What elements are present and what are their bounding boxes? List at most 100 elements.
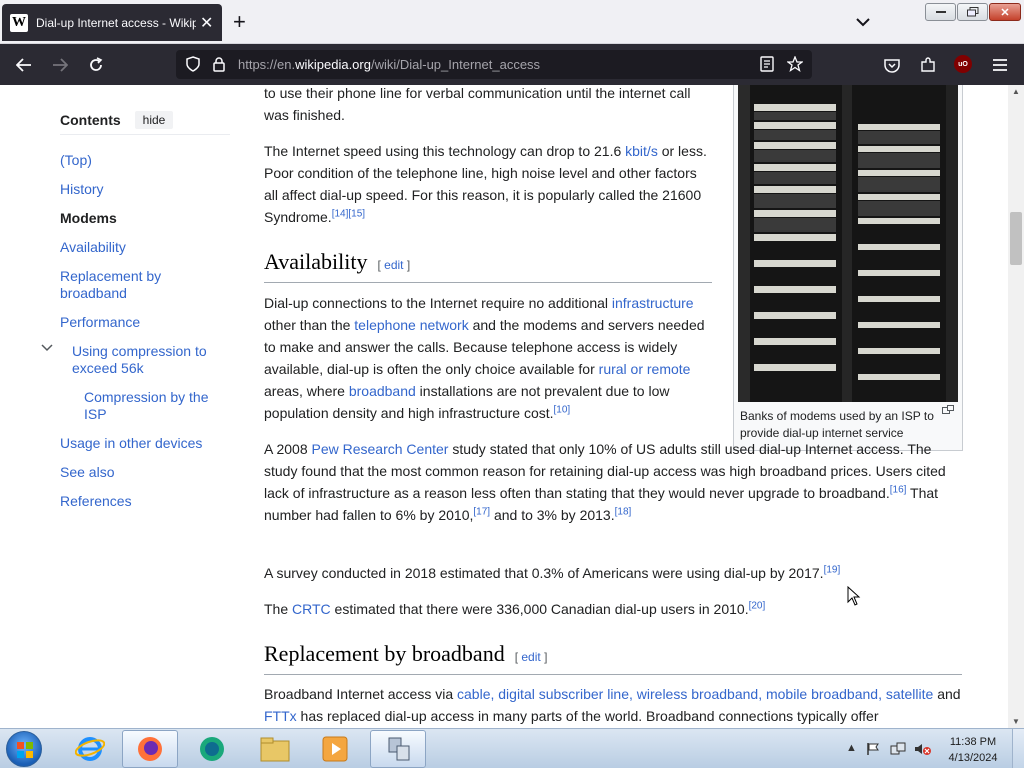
window-minimize-button[interactable] (925, 3, 956, 21)
citation-10[interactable]: [10] (554, 404, 571, 415)
heading-text: Availability (264, 249, 368, 274)
toc-item-performance[interactable]: Performance (60, 314, 140, 331)
volume-muted-icon[interactable] (914, 742, 932, 759)
table-of-contents: Contents hide (Top) History Modems Avail… (41, 109, 230, 509)
link-satellite[interactable]: satellite (886, 686, 933, 702)
paragraph-broadband: Broadband Internet access via cable, dig… (264, 683, 964, 727)
paragraph-availability: Dial-up connections to the Internet requ… (264, 292, 716, 424)
separator: , (878, 686, 886, 702)
toc-item-availability[interactable]: Availability (60, 239, 126, 256)
link-crtc[interactable]: CRTC (292, 601, 331, 617)
scrollbar-thumb[interactable] (1010, 212, 1022, 265)
mouse-pointer-icon (847, 585, 861, 611)
address-bar[interactable]: https://en.wikipedia.org/wiki/Dial-up_In… (176, 50, 812, 79)
padlock-icon[interactable] (208, 53, 230, 75)
citation-18[interactable]: [18] (615, 506, 632, 517)
citation-19[interactable]: [19] (824, 564, 841, 575)
link-rural-remote[interactable]: rural or remote (599, 361, 691, 377)
toc-item-top[interactable]: (Top) (60, 152, 92, 169)
modem-rack-image[interactable] (738, 85, 958, 402)
enlarge-image-icon[interactable] (942, 405, 954, 418)
paragraph-speed: The Internet speed using this technology… (264, 140, 709, 228)
link-infrastructure[interactable]: infrastructure (612, 295, 694, 311)
toc-item-references[interactable]: References (60, 493, 132, 510)
text: A 2008 (264, 441, 312, 457)
show-hidden-icons-icon[interactable]: ▲ (846, 742, 857, 754)
clock-date: 4/13/2024 (948, 752, 998, 764)
link-telephone-network[interactable]: telephone network (354, 317, 468, 333)
toc-item-compression-56k[interactable]: Using compression to exceed 56k (72, 343, 222, 377)
bookmark-star-icon[interactable] (784, 53, 806, 75)
action-center-flag-icon[interactable] (866, 742, 880, 759)
toc-item-modems[interactable]: Modems (60, 210, 117, 227)
scroll-up-icon[interactable]: ▲ (1012, 87, 1020, 96)
link-wireless-broadband[interactable]: wireless broadband (637, 686, 758, 702)
text: Broadband Internet access via (264, 686, 458, 702)
page-viewport: Contents hide (Top) History Modems Avail… (0, 85, 1008, 728)
chat-app-icon[interactable] (184, 730, 240, 768)
citation-17[interactable]: [17] (473, 506, 490, 517)
back-arrow-icon[interactable] (13, 54, 35, 76)
app-menu-icon[interactable] (989, 54, 1011, 76)
link-pew-research[interactable]: Pew Research Center (312, 441, 449, 457)
url-prefix: https://en. (238, 57, 296, 72)
toc-item-usage-other-devices[interactable]: Usage in other devices (60, 435, 202, 452)
link-fttx[interactable]: FTTx (264, 708, 297, 724)
citation-14[interactable]: [14] (332, 208, 349, 219)
toc-hide-button[interactable]: hide (134, 110, 174, 129)
network-manager-icon[interactable] (370, 730, 426, 768)
edit-replacement-link[interactable]: edit (521, 650, 540, 664)
link-dsl[interactable]: digital subscriber line (498, 686, 629, 702)
list-all-tabs-icon[interactable] (856, 14, 870, 32)
toc-item-compression-isp[interactable]: Compression by the ISP (84, 389, 224, 423)
heading-replacement-by-broadband: Replacement by broadband [ edit ] (264, 643, 962, 675)
tab-strip: W Dial-up Internet access - Wikipedia ✕ … (0, 0, 1024, 44)
toc-item-replacement[interactable]: Replacement by broadband (60, 268, 190, 302)
window-restore-button[interactable] (957, 3, 988, 21)
citation-15[interactable]: [15] (348, 208, 365, 219)
firefox-icon[interactable] (122, 730, 178, 768)
extensions-icon[interactable] (917, 54, 939, 76)
toc-item-see-also[interactable]: See also (60, 464, 114, 481)
wikipedia-favicon-icon: W (10, 13, 28, 32)
edit-availability-link[interactable]: edit (384, 258, 403, 272)
text: Dial-up connections to the Internet requ… (264, 295, 612, 311)
link-mobile-broadband[interactable]: mobile broadband (766, 686, 878, 702)
file-explorer-icon[interactable] (247, 730, 303, 768)
paragraph-pew: A 2008 Pew Research Center study stated … (264, 438, 964, 526)
reload-icon[interactable] (85, 54, 107, 76)
new-tab-icon[interactable]: + (233, 11, 246, 33)
ublock-origin-icon[interactable]: uO (954, 55, 972, 73)
citation-16[interactable]: [16] (890, 484, 907, 495)
paragraph-survey: A survey conducted in 2018 estimated tha… (264, 562, 964, 584)
network-status-icon[interactable] (890, 742, 906, 759)
forward-arrow-icon[interactable] (49, 54, 71, 76)
browser-tab-active[interactable]: W Dial-up Internet access - Wikipedia ✕ (2, 4, 222, 41)
internet-explorer-icon[interactable] (62, 730, 118, 768)
system-clock[interactable]: 11:38 PM 4/13/2024 (944, 734, 1002, 766)
figure-caption: Banks of modems used by an ISP to provid… (740, 409, 934, 440)
text: and (933, 686, 961, 702)
reader-view-icon[interactable] (756, 53, 778, 75)
window-close-button[interactable]: ✕ (989, 3, 1021, 21)
link-kbit[interactable]: kbit/s (625, 143, 658, 159)
link-broadband[interactable]: broadband (349, 383, 416, 399)
toc-item-history[interactable]: History (60, 181, 104, 198)
show-desktop-button[interactable] (1012, 729, 1024, 768)
chevron-down-icon[interactable] (41, 341, 53, 355)
link-cable[interactable]: cable (457, 686, 490, 702)
clock-time: 11:38 PM (949, 736, 997, 748)
media-player-icon[interactable] (307, 730, 363, 768)
pocket-icon[interactable] (881, 54, 903, 76)
start-button[interactable] (6, 731, 42, 767)
scroll-down-icon[interactable]: ▼ (1012, 717, 1020, 726)
toc-title: Contents (60, 111, 121, 128)
text: and to 3% by 2013. (490, 507, 615, 523)
tab-close-icon[interactable]: ✕ (200, 13, 213, 33)
page-scrollbar[interactable]: ▲ ▼ (1008, 85, 1024, 728)
tracking-protection-shield-icon[interactable] (182, 53, 204, 75)
url-text[interactable]: https://en.wikipedia.org/wiki/Dial-up_In… (238, 57, 540, 72)
paragraph-phone-line: to use their phone line for verbal commu… (264, 85, 691, 123)
url-path: /wiki/Dial-up_Internet_access (370, 57, 541, 72)
citation-20[interactable]: [20] (749, 600, 766, 611)
